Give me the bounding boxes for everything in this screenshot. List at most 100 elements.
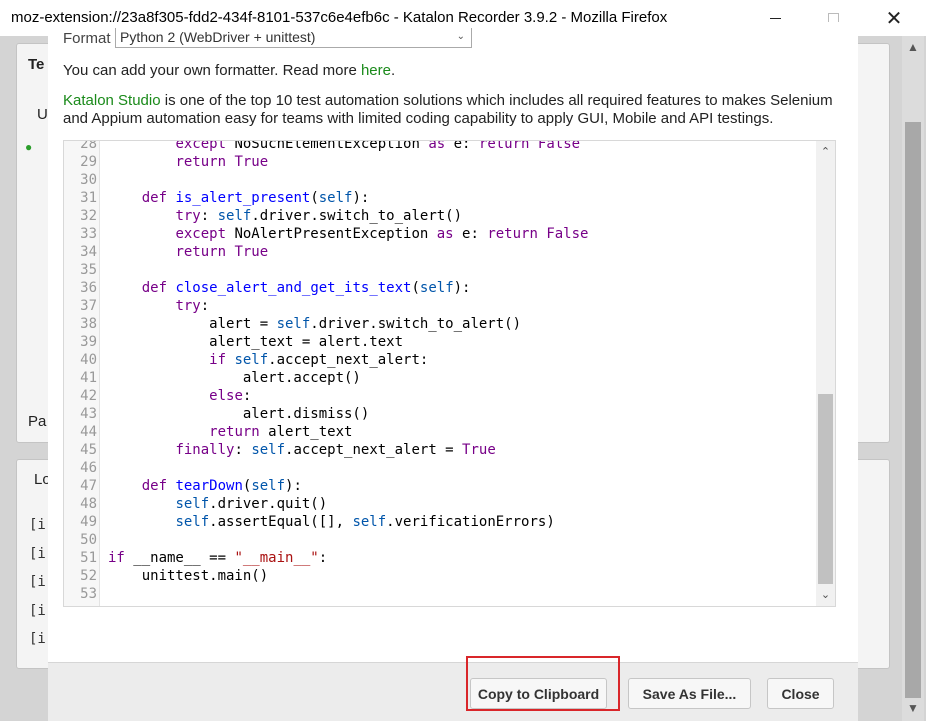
code-scrollbar-thumb[interactable] bbox=[818, 394, 833, 584]
code-text: except NoAlertPresentException as e: ret… bbox=[175, 226, 589, 242]
dialog-footer: Copy to Clipboard Save As File... Close bbox=[48, 662, 858, 721]
add-formatter-text: You can add your own formatter. Read mor… bbox=[63, 62, 361, 79]
window-close-button[interactable]: ✕ bbox=[871, 0, 917, 36]
add-formatter-suffix: . bbox=[390, 62, 396, 79]
close-button[interactable]: Close bbox=[767, 678, 834, 709]
page-scrollbar-thumb[interactable] bbox=[905, 122, 921, 698]
bg-footer-partial: Pa bbox=[28, 413, 47, 430]
save-as-file-button[interactable]: Save As File... bbox=[628, 678, 751, 709]
code-text: unittest.main() bbox=[108, 568, 269, 584]
bg-header-partial: Te bbox=[28, 56, 45, 73]
line-number: 44 bbox=[80, 424, 97, 440]
page-scrollbar[interactable]: ▲ ▼ bbox=[902, 36, 924, 721]
code-text: self.driver.quit() bbox=[175, 496, 328, 512]
line-number: 48 bbox=[80, 496, 97, 512]
code-line: 35 bbox=[64, 261, 816, 279]
code-text: self.assertEqual([], self.verificationEr… bbox=[175, 514, 555, 530]
export-dialog: Format Python 2 (WebDriver + unittest) ⌄… bbox=[48, 22, 858, 662]
format-label: Format bbox=[63, 30, 111, 47]
code-text: alert_text = alert.text bbox=[108, 334, 404, 350]
line-number: 39 bbox=[80, 334, 97, 350]
katalon-studio-promo: Katalon Studio is one of the top 10 test… bbox=[63, 92, 848, 128]
line-number: 47 bbox=[80, 478, 97, 494]
code-line: 33 except NoAlertPresentException as e: … bbox=[64, 225, 816, 243]
format-select-value: Python 2 (WebDriver + unittest) bbox=[120, 29, 316, 45]
code-text: else: bbox=[209, 388, 252, 404]
promo-text: is one of the top 10 test automation sol… bbox=[63, 92, 833, 127]
line-number: 43 bbox=[80, 406, 97, 422]
bg-row-partial: U bbox=[37, 106, 48, 123]
line-number: 33 bbox=[80, 226, 97, 242]
code-text: alert = self.driver.switch_to_alert() bbox=[108, 316, 522, 332]
code-editor[interactable]: 28 except NoSuchElementException as e: r… bbox=[63, 140, 836, 607]
highlight-box bbox=[466, 656, 620, 711]
code-line: 45 finally: self.accept_next_alert = Tru… bbox=[64, 441, 816, 459]
line-number: 35 bbox=[80, 262, 97, 278]
code-line: 40 if self.accept_next_alert: bbox=[64, 351, 816, 369]
code-line: 28 except NoSuchElementException as e: r… bbox=[64, 140, 816, 153]
line-number: 29 bbox=[80, 154, 97, 170]
code-text: try: self.driver.switch_to_alert() bbox=[175, 208, 463, 224]
minimize-icon bbox=[769, 17, 781, 19]
line-number: 52 bbox=[80, 568, 97, 584]
code-line: 52 unittest.main() bbox=[64, 567, 816, 585]
line-number: 50 bbox=[80, 532, 97, 548]
line-number: 34 bbox=[80, 244, 97, 260]
code-line: 42 else: bbox=[64, 387, 816, 405]
line-number: 42 bbox=[80, 388, 97, 404]
format-select[interactable]: Python 2 (WebDriver + unittest) ⌄ bbox=[115, 28, 472, 48]
add-formatter-note: You can add your own formatter. Read mor… bbox=[63, 62, 395, 79]
code-line: 31 def is_alert_present(self): bbox=[64, 189, 816, 207]
close-icon: ✕ bbox=[885, 6, 903, 30]
code-text: finally: self.accept_next_alert = True bbox=[175, 442, 496, 458]
code-text: alert.accept() bbox=[108, 370, 361, 386]
code-scrollbar[interactable]: ⌃ ⌄ bbox=[816, 141, 835, 606]
code-line: 48 self.driver.quit() bbox=[64, 495, 816, 513]
code-line: 34 return True bbox=[64, 243, 816, 261]
line-number: 38 bbox=[80, 316, 97, 332]
line-number: 36 bbox=[80, 280, 97, 296]
code-line: 44 return alert_text bbox=[64, 423, 816, 441]
line-number: 37 bbox=[80, 298, 97, 314]
code-text: alert.dismiss() bbox=[108, 406, 370, 422]
chevron-down-icon[interactable]: ⌄ bbox=[816, 586, 835, 604]
code-line: 47 def tearDown(self): bbox=[64, 477, 816, 495]
code-lines: 28 except NoSuchElementException as e: r… bbox=[64, 140, 816, 603]
line-number: 31 bbox=[80, 190, 97, 206]
read-more-link[interactable]: here bbox=[361, 62, 391, 79]
code-text: except NoSuchElementException as e: retu… bbox=[175, 140, 581, 152]
code-line: 32 try: self.driver.switch_to_alert() bbox=[64, 207, 816, 225]
line-number: 40 bbox=[80, 352, 97, 368]
code-line: 37 try: bbox=[64, 297, 816, 315]
code-line: 46 bbox=[64, 459, 816, 477]
code-text: if self.accept_next_alert: bbox=[209, 352, 429, 368]
katalon-studio-link[interactable]: Katalon Studio bbox=[63, 92, 161, 109]
scroll-up-arrow-icon[interactable]: ▲ bbox=[902, 40, 924, 58]
line-number: 46 bbox=[80, 460, 97, 476]
code-line: 39 alert_text = alert.text bbox=[64, 333, 816, 351]
code-text: if __name__ == "__main__": bbox=[108, 550, 328, 566]
code-line: 30 bbox=[64, 171, 816, 189]
chevron-down-icon: ⌄ bbox=[456, 31, 465, 42]
code-line: 53 bbox=[64, 585, 816, 603]
line-number: 51 bbox=[80, 550, 97, 566]
code-text: def close_alert_and_get_its_text(self): bbox=[141, 280, 471, 296]
line-number: 41 bbox=[80, 370, 97, 386]
line-number: 30 bbox=[80, 172, 97, 188]
line-number: 28 bbox=[80, 140, 97, 152]
code-line: 36 def close_alert_and_get_its_text(self… bbox=[64, 279, 816, 297]
code-text: def tearDown(self): bbox=[141, 478, 302, 494]
scroll-down-arrow-icon[interactable]: ▼ bbox=[902, 701, 924, 719]
bg-status-dot: ● bbox=[25, 140, 33, 154]
code-line: 43 alert.dismiss() bbox=[64, 405, 816, 423]
chevron-up-icon[interactable]: ⌃ bbox=[816, 143, 835, 161]
code-line: 38 alert = self.driver.switch_to_alert() bbox=[64, 315, 816, 333]
code-line: 50 bbox=[64, 531, 816, 549]
line-number: 32 bbox=[80, 208, 97, 224]
code-text: def is_alert_present(self): bbox=[141, 190, 370, 206]
code-line: 41 alert.accept() bbox=[64, 369, 816, 387]
code-text: return alert_text bbox=[209, 424, 353, 440]
